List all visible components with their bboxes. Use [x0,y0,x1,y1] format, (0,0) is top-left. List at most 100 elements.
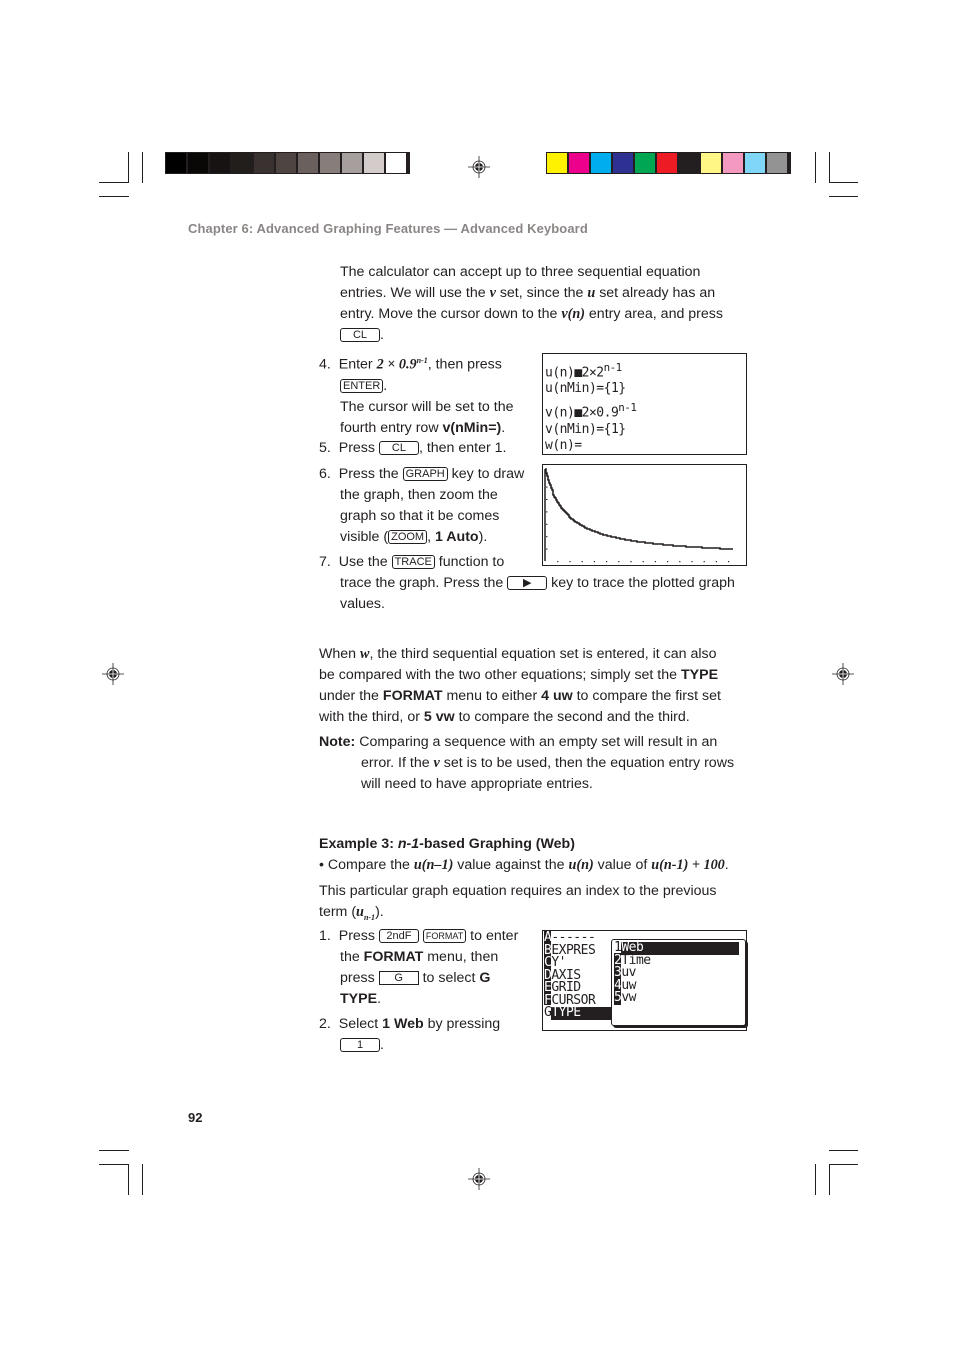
step-line: 4. Enter 2 × 0.9n-1, then press [319,350,534,376]
sequence-graph [544,468,733,563]
type-option[interactable]: 5vw [612,990,745,1005]
color-swatch [188,153,208,173]
x-tick [691,561,693,563]
registration-mark-icon [468,1168,490,1190]
text: key to draw [447,466,525,482]
intro-line: CL. [340,325,760,346]
text: Enter [338,356,377,373]
lcd-line: w(n)= [545,437,582,453]
bold-text: G [479,970,491,986]
crop-mark [128,152,129,183]
x-tick [606,561,608,563]
step-line: the graph, then zoom the [340,487,498,503]
variable-u: u [356,904,364,920]
crop-mark [128,1164,129,1195]
formula: 2 × 0.9 [376,356,417,373]
page-number: 92 [188,1110,203,1125]
text: menu to either [442,688,542,704]
format-menu-item[interactable]: GTYPE [544,1005,616,1020]
type-options-list: 1Web 2Time 3uv 4uw 5vw [612,940,745,1005]
bold-text: 1 Auto [434,529,479,545]
example-title: Example 3: n-1-based Graphing (Web) [319,834,759,855]
crop-mark [142,1164,143,1195]
formula: u(n-1) + 100 [651,857,725,873]
bold-text: FORMAT [382,688,443,704]
calculator-screen-format-menu: A------ BEXPRES CY' DAXIS EGRID FCURSOR GTYPE … [542,930,747,1031]
color-swatch [701,153,721,173]
color-swatch [613,153,633,173]
crop-mark [829,1164,830,1195]
crop-mark [829,196,858,197]
text: entries. We will use the [340,285,490,301]
sequence-curve [545,468,733,550]
intro-line: The calculator can accept up to three se… [340,264,701,280]
x-tick [703,561,705,563]
grayscale-color-bar [165,152,410,174]
color-swatch [657,153,677,173]
right-arrow-key: ▶ [507,576,548,590]
process-color-bar [546,152,791,174]
intro-paragraph: The calculator can accept up to three se… [340,262,760,346]
italic-text: n-1 [397,836,420,852]
step-line: values. [340,596,385,612]
chapter-header: Chapter 6: Advanced Graphing Features — … [188,221,588,236]
text: value against the [453,857,569,873]
note-line: will need to have appropriate entries. [361,776,593,792]
cl-key: CL [340,328,380,342]
lcd-text: 2×2 [581,365,604,381]
bold-text: FORMAT [363,949,424,965]
bold-text: 5 vw [423,709,455,725]
step-line: 2. Select 1 Web by pressing [319,1014,534,1035]
step-line: press G to select G [319,968,534,989]
x-tick [618,561,620,563]
y-tick [546,486,548,488]
color-swatch [723,153,743,173]
text: be compared with the two other equations… [319,667,681,683]
lcd-text: v(n) [545,405,575,421]
bold-text: TYPE [680,667,719,683]
color-swatch [166,153,186,173]
color-swatch [276,153,296,173]
step-line: 6. Press the GRAPH key to draw [319,464,534,485]
crop-mark [829,182,858,183]
text: , then press [427,356,502,373]
x-tick [679,561,681,563]
color-swatch [298,153,318,173]
color-swatch [210,153,230,173]
format-key: FORMAT [422,929,467,943]
text: When [319,646,361,662]
x-tick [667,561,669,563]
crop-mark [99,182,129,183]
crop-mark [829,152,830,183]
para-line: under the FORMAT menu to either 4 uw to … [319,686,759,707]
bold-text: v(nMin=) [442,419,502,436]
crop-mark [815,152,816,183]
text: to select [418,970,480,986]
lcd-text: u(n) [545,365,575,381]
registration-mark-icon [102,663,124,685]
text: press [340,970,379,986]
text: , the third sequential equation set is e… [369,646,717,662]
enter-key: ENTER [340,378,384,393]
text: with the third, or [319,709,424,725]
note: Note: Comparing a sequence with an empty… [319,732,759,795]
text: -based Graphing (Web) [419,836,575,852]
lcd-exponent: n-1 [618,401,637,415]
note-line: error. If the v set is to be used, then … [319,753,759,774]
lcd-line: v(n)■2×0.9n-1 [545,400,744,421]
lcd-line: u(nMin)={1} [545,381,626,397]
x-tick [581,561,583,563]
text: Press [338,928,379,944]
color-swatch [569,153,589,173]
para-line: with the third, or 5 vw to compare the s… [319,707,759,728]
color-swatch [232,153,252,173]
text: entry area, and press [584,306,723,322]
step-line: 1. Press 2ndF FORMAT to enter [319,926,534,947]
bold-text: 1 Web [382,1016,424,1032]
calculator-screen-graph [542,464,747,566]
x-tick [630,561,632,563]
text: . [377,991,382,1007]
crop-mark [99,1164,129,1165]
step-number: 7. [319,554,331,570]
step-number: 5. [319,440,331,456]
